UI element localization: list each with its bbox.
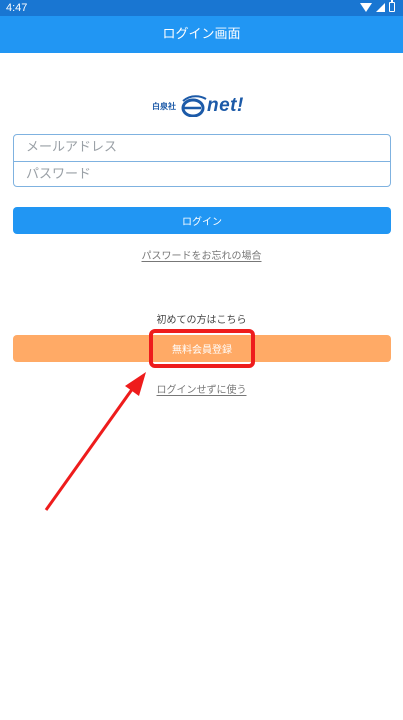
login-form [13,134,391,188]
logo-publisher-text: 白泉社 [152,101,176,111]
password-input[interactable] [14,162,390,188]
register-button[interactable]: 無料会員登録 [152,333,252,364]
annotation-arrow-shaft [44,387,135,511]
login-button[interactable]: ログイン [13,207,391,234]
logo-net-text: net! [207,95,244,116]
status-time: 4:47 [6,2,28,14]
email-input[interactable] [14,135,390,161]
signal-icon [376,2,385,12]
app-logo: 白泉社 net! [152,95,244,117]
use-without-login-link[interactable]: ログインせずに使う [0,381,403,396]
battery-icon [389,0,395,12]
status-bar: 4:47 [0,0,403,16]
app-bar: ログイン画面 [0,16,403,53]
first-time-text: 初めての方はこちら [156,315,247,326]
status-icons [360,0,395,12]
forgot-password-link[interactable]: パスワードをお忘れの場合 [0,247,403,262]
wifi-icon [360,2,372,12]
logo-e-icon [181,95,207,117]
page-title: ログイン画面 [162,27,241,42]
